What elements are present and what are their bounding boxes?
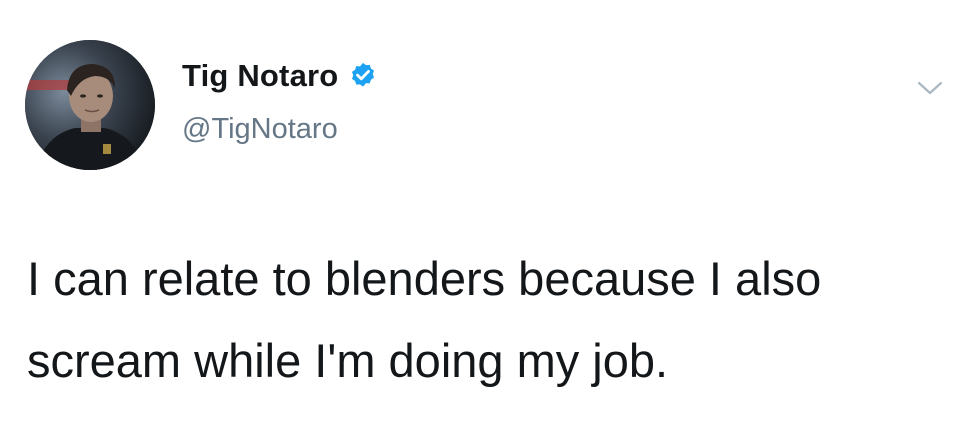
handle[interactable]: @TigNotaro (182, 113, 338, 146)
display-name[interactable]: Tig Notaro (182, 58, 338, 94)
avatar-photo (25, 40, 155, 170)
chevron-down-icon[interactable] (916, 78, 944, 98)
author-name-row[interactable]: Tig Notaro (182, 58, 378, 94)
tweet-card: Tig Notaro @TigNotaro I can relate to bl… (0, 0, 960, 431)
avatar[interactable] (25, 40, 155, 170)
tweet-text-line: I can relate to blenders because I also (27, 252, 822, 305)
tweet-text: I can relate to blenders because I also … (27, 238, 927, 402)
verified-badge-icon (348, 61, 378, 91)
tweet-text-line: scream while I'm doing my job. (27, 334, 669, 387)
